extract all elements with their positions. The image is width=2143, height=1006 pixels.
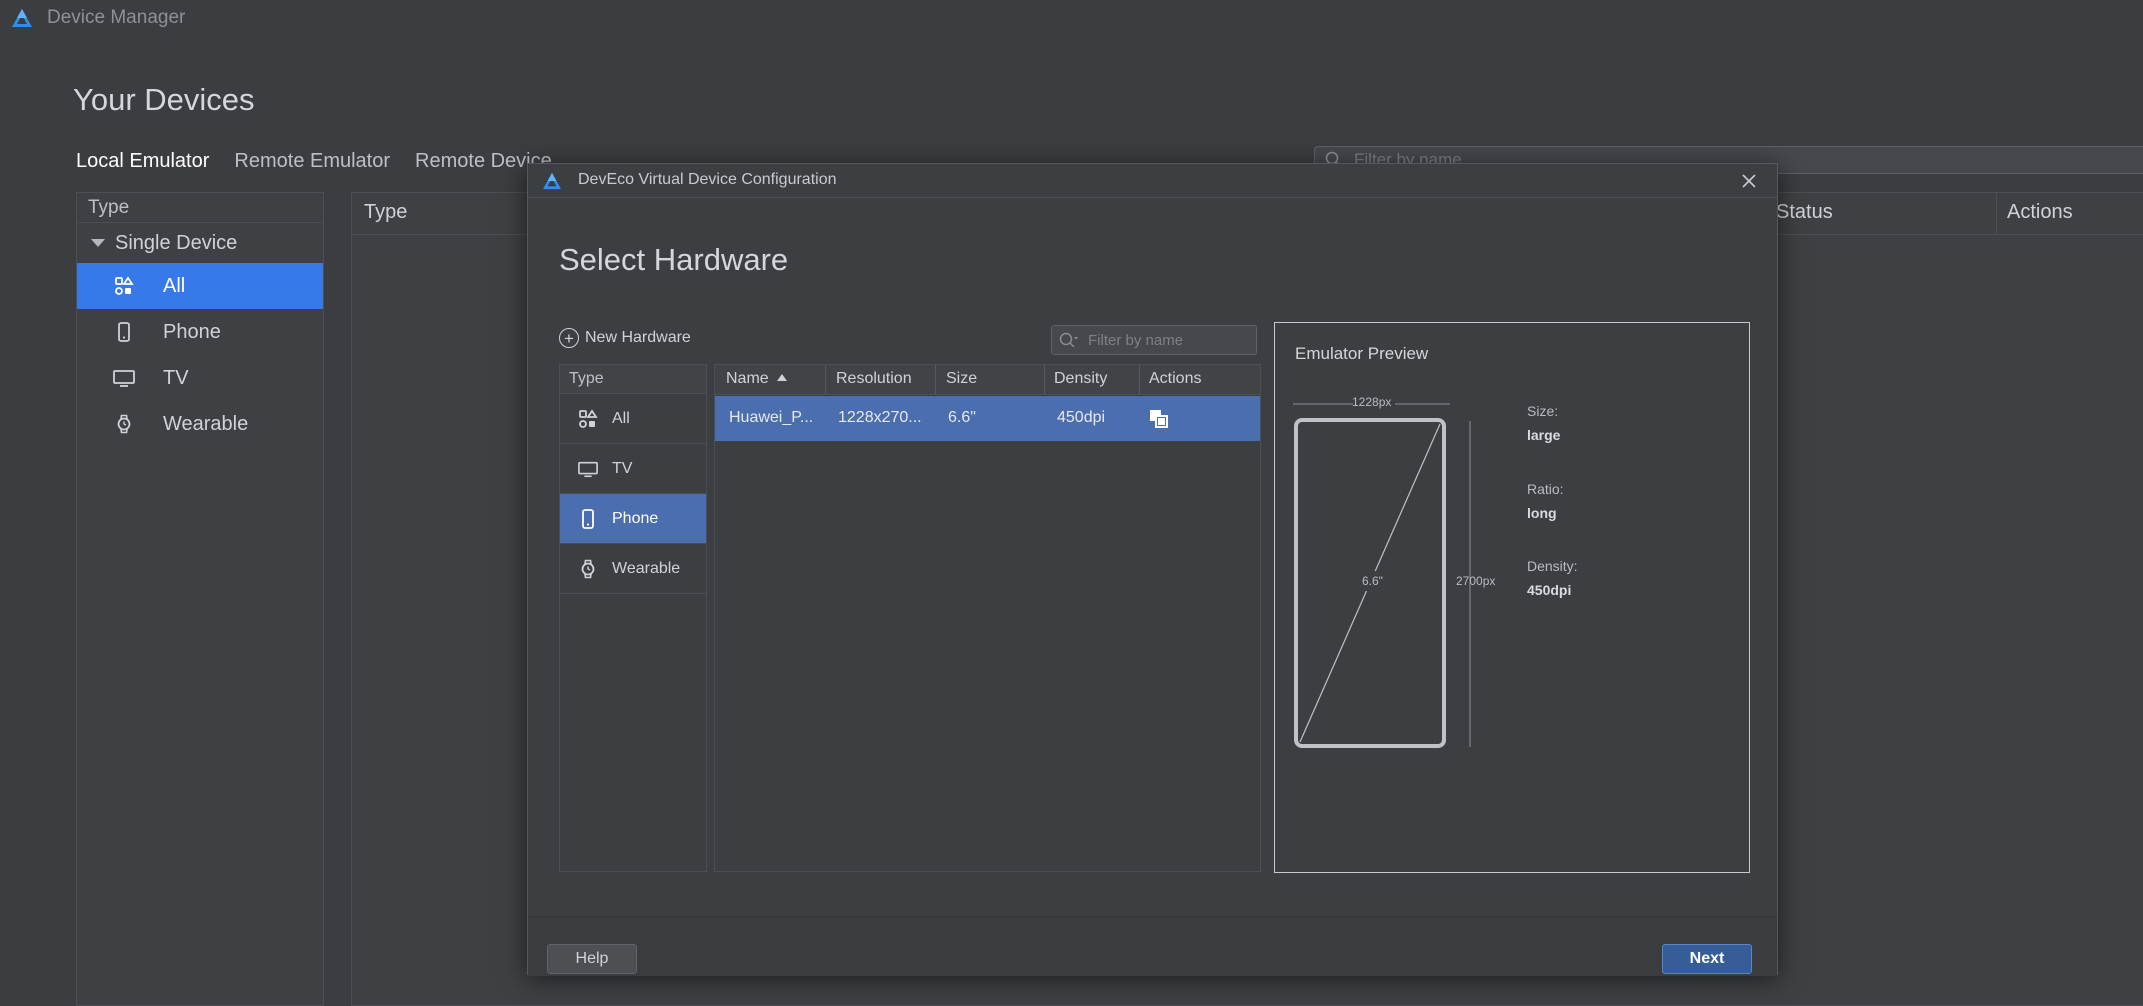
sidebar-item-all[interactable]: All bbox=[77, 263, 323, 309]
sidebar-item-label: All bbox=[163, 274, 186, 297]
phone-icon bbox=[578, 508, 598, 529]
all-categories-icon bbox=[113, 275, 135, 297]
spec-density-label: Density: bbox=[1527, 558, 1578, 574]
type-list-header: Type bbox=[560, 365, 706, 394]
sidebar-item-label: Wearable bbox=[163, 412, 249, 435]
hardware-type-list: Type All TV Phone Wearable bbox=[559, 364, 707, 872]
deveco-logo-icon bbox=[543, 172, 561, 190]
new-hardware-label: New Hardware bbox=[585, 329, 691, 346]
spec-size-value: large bbox=[1527, 427, 1561, 443]
type-item-label: TV bbox=[612, 459, 633, 477]
type-item-wearable[interactable]: Wearable bbox=[560, 544, 706, 594]
hardware-filter-field[interactable] bbox=[1051, 325, 1257, 355]
add-circle-icon: + bbox=[559, 328, 579, 348]
column-header-actions[interactable]: Actions bbox=[2007, 201, 2073, 224]
sidebar-group-label: Single Device bbox=[115, 231, 238, 254]
device-tabs: Local Emulator Remote Emulator Remote De… bbox=[76, 150, 552, 173]
hardware-table-header: Name Resolution Size Density Actions bbox=[715, 365, 1260, 395]
cell-name: Huawei_P... bbox=[729, 409, 814, 426]
dialog-heading: Select Hardware bbox=[559, 242, 789, 277]
chevron-down-icon bbox=[91, 239, 105, 247]
spec-density-value: 450dpi bbox=[1527, 582, 1572, 598]
search-icon bbox=[1059, 332, 1078, 348]
sidebar-item-label: TV bbox=[163, 366, 189, 389]
column-divider bbox=[1139, 365, 1140, 395]
sidebar-item-phone[interactable]: Phone bbox=[77, 309, 323, 355]
type-item-label: Phone bbox=[612, 509, 659, 527]
cell-density: 450dpi bbox=[1057, 409, 1106, 426]
column-header-name[interactable]: Name bbox=[726, 370, 787, 388]
close-icon[interactable] bbox=[1739, 171, 1759, 191]
dialog-title: DevEco Virtual Device Configuration bbox=[578, 171, 837, 188]
emulator-preview-panel: Emulator Preview 1228px 2700px 6.6" Size… bbox=[1274, 322, 1750, 873]
type-item-tv[interactable]: TV bbox=[560, 444, 706, 494]
column-header-label: Name bbox=[726, 370, 769, 387]
preview-diagonal-label: 6.6" bbox=[1362, 574, 1383, 588]
tab-remote-emulator[interactable]: Remote Emulator bbox=[234, 150, 390, 173]
sort-ascending-icon bbox=[776, 374, 787, 381]
hardware-table: Name Resolution Size Density Actions Hua… bbox=[714, 364, 1261, 872]
preview-height-label: 2700px bbox=[1456, 574, 1496, 588]
device-outline-diagram bbox=[1293, 403, 1471, 748]
spec-ratio-label: Ratio: bbox=[1527, 481, 1564, 497]
column-divider bbox=[825, 365, 826, 395]
new-hardware-button[interactable]: + New Hardware bbox=[559, 328, 691, 348]
cell-size: 6.6" bbox=[948, 409, 976, 426]
column-header-type[interactable]: Type bbox=[364, 201, 407, 224]
type-item-phone[interactable]: Phone bbox=[560, 494, 706, 544]
next-button[interactable]: Next bbox=[1662, 944, 1752, 974]
sidebar-item-label: Phone bbox=[163, 320, 221, 343]
watch-icon bbox=[578, 559, 598, 579]
tv-icon bbox=[578, 459, 598, 479]
app-title: Device Manager bbox=[47, 7, 186, 28]
type-item-all[interactable]: All bbox=[560, 394, 706, 444]
tv-icon bbox=[113, 367, 135, 389]
sidebar-group-single-device[interactable]: Single Device bbox=[77, 223, 323, 263]
clone-icon[interactable] bbox=[1149, 409, 1169, 429]
spec-size-label: Size: bbox=[1527, 403, 1559, 419]
page-title: Your Devices bbox=[73, 82, 255, 117]
column-header-resolution[interactable]: Resolution bbox=[836, 370, 912, 388]
column-header-density[interactable]: Density bbox=[1054, 370, 1107, 388]
cell-resolution: 1228x270... bbox=[838, 409, 922, 426]
sidebar-item-wearable[interactable]: Wearable bbox=[77, 401, 323, 447]
dialog-footer bbox=[528, 916, 1777, 976]
hardware-search-input[interactable] bbox=[1088, 330, 1250, 350]
spec-ratio-value: long bbox=[1527, 505, 1557, 521]
all-categories-icon bbox=[578, 408, 598, 429]
column-divider bbox=[935, 365, 936, 395]
watch-icon bbox=[113, 413, 135, 435]
tab-local-emulator[interactable]: Local Emulator bbox=[76, 150, 209, 173]
column-divider bbox=[1996, 193, 1997, 235]
phone-icon bbox=[113, 321, 135, 343]
table-row[interactable]: Huawei_P... 1228x270... 6.6" 450dpi bbox=[715, 396, 1260, 441]
device-type-sidebar: Type Single Device All Phone TV Wearable bbox=[76, 192, 324, 1006]
column-header-size[interactable]: Size bbox=[946, 370, 977, 388]
column-header-status[interactable]: Status bbox=[1776, 201, 1833, 224]
column-header-actions[interactable]: Actions bbox=[1149, 370, 1201, 388]
column-divider bbox=[1044, 365, 1045, 395]
type-item-label: Wearable bbox=[612, 559, 681, 577]
app-titlebar: Device Manager bbox=[0, 0, 2143, 36]
preview-width-label: 1228px bbox=[1352, 395, 1392, 409]
virtual-device-config-dialog: DevEco Virtual Device Configuration Sele… bbox=[527, 163, 1778, 976]
dialog-titlebar: DevEco Virtual Device Configuration bbox=[528, 164, 1777, 198]
deveco-logo-icon bbox=[12, 9, 32, 27]
sidebar-header: Type bbox=[77, 193, 323, 223]
type-item-label: All bbox=[612, 409, 630, 427]
sidebar-item-tv[interactable]: TV bbox=[77, 355, 323, 401]
help-button[interactable]: Help bbox=[547, 944, 637, 974]
